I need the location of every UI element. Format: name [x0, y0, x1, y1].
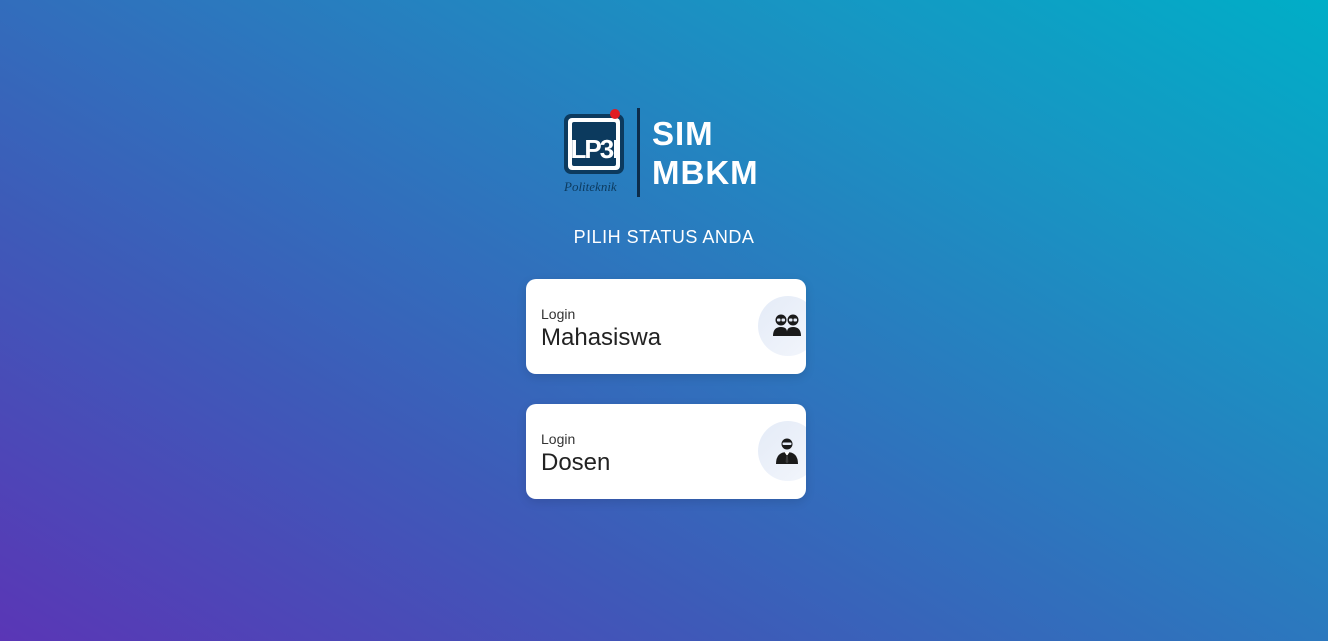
login-dosen-card[interactable]: Login Dosen: [526, 404, 806, 499]
logo-caption: Politeknik: [563, 179, 617, 194]
login-mahasiswa-card[interactable]: Login Mahasiswa: [526, 279, 806, 374]
login-caption: Login: [541, 431, 576, 447]
role-icon-circle: [758, 296, 806, 356]
app-title-line1: SIM: [652, 115, 714, 152]
app-title: SIM MBKM: [652, 114, 759, 192]
login-role-label: Mahasiswa: [541, 324, 662, 351]
students-icon: [773, 314, 801, 336]
lecturer-icon: [776, 438, 798, 464]
brand-divider: [637, 108, 640, 197]
logo-text: LP3I: [571, 134, 619, 164]
lp3i-logo: LP3I Politeknik: [563, 109, 624, 194]
login-role-label: Dosen: [541, 449, 611, 476]
app-title-line2: MBKM: [652, 154, 759, 191]
page-subtitle: PILIH STATUS ANDA: [573, 227, 755, 247]
logo-dot: [610, 109, 620, 119]
brand: LP3I Politeknik SIM MBKM: [562, 106, 772, 198]
login-caption: Login: [541, 306, 576, 322]
role-icon-circle: [758, 421, 806, 481]
